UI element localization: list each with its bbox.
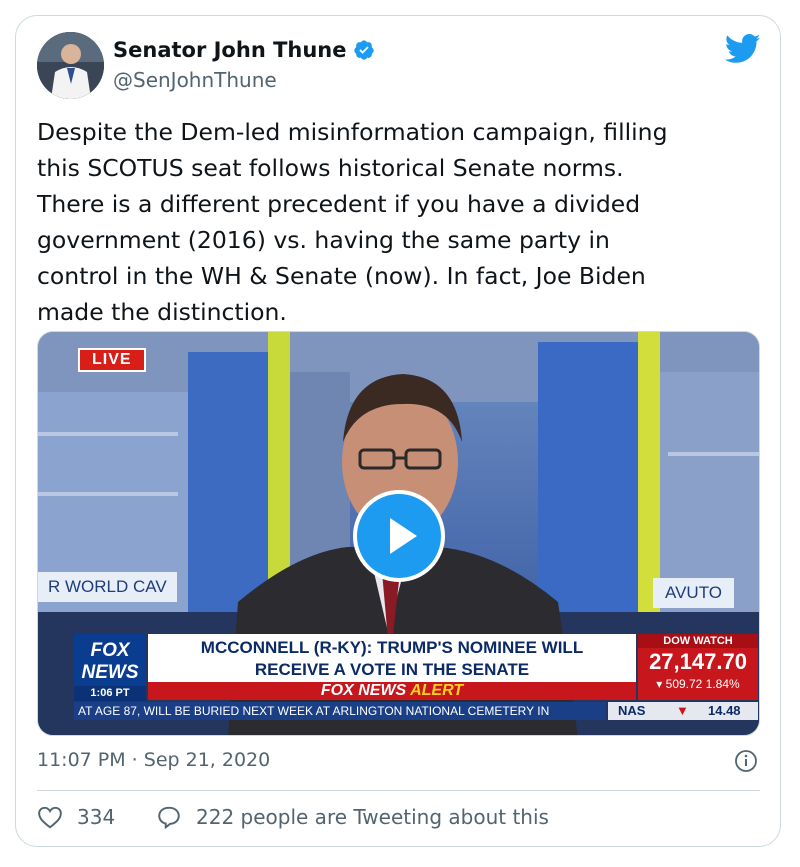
headline-line2: RECEIVE A VOTE IN THE SENATE — [254, 660, 530, 679]
dow-label: DOW WATCH — [638, 634, 758, 648]
conversation-text: 222 people are Tweeting about this — [196, 805, 549, 829]
wall-text-left: R WORLD CAV — [38, 572, 177, 602]
verified-badge-icon — [353, 40, 374, 60]
fox-logo-line2: NEWS — [81, 662, 139, 683]
alert-word2: ALERT — [410, 682, 464, 699]
info-icon[interactable] — [734, 749, 758, 773]
avatar[interactable] — [37, 32, 104, 99]
news-headline: MCCONNELL (R-KY): TRUMP'S NOMINEE WILL R… — [148, 634, 636, 682]
like-button[interactable]: 334 — [37, 805, 115, 829]
play-button[interactable] — [353, 490, 445, 582]
nas-value: 14.48 — [708, 703, 741, 718]
divider — [37, 790, 760, 791]
heart-icon — [38, 806, 62, 829]
tweet-timestamp[interactable]: 11:07 PM · Sep 21, 2020 — [37, 749, 270, 771]
video-media[interactable]: LIVE R WORLD CAV AVUTO FOX NEWS 1:06 PT … — [37, 331, 760, 736]
conversation-link[interactable]: 222 people are Tweeting about this — [156, 805, 549, 829]
news-ticker: AT AGE 87, WILL BE BURIED NEXT WEEK AT A… — [74, 702, 606, 720]
down-triangle-icon: ▼ — [676, 703, 689, 718]
news-lower-third: FOX NEWS 1:06 PT MCCONNELL (R-KY): TRUMP… — [74, 634, 758, 724]
headline-line1: MCCONNELL (R-KY): TRUMP'S NOMINEE WILL — [200, 638, 584, 657]
dow-change: ▾ 509.72 1.84% — [638, 676, 758, 692]
author-name[interactable]: Senator John Thune — [113, 38, 375, 62]
tweet-text: Despite the Dem-led misinformation campa… — [37, 118, 668, 326]
wall-text-right: AVUTO — [653, 578, 734, 608]
down-arrow-icon: ▾ — [656, 677, 666, 691]
dow-value: 27,147.70 — [649, 649, 747, 674]
fox-time: 1:06 PT — [74, 686, 146, 701]
twitter-bird-icon[interactable] — [725, 34, 761, 64]
dow-watch-box: DOW WATCH 27,147.70 ▾ 509.72 1.84% — [638, 634, 758, 700]
fox-logo-line1: FOX — [90, 640, 130, 661]
like-count: 334 — [77, 805, 116, 829]
author-handle[interactable]: @SenJohnThune — [113, 68, 277, 92]
dow-change-text: 509.72 1.84% — [665, 677, 740, 691]
live-badge: LIVE — [78, 348, 146, 372]
alert-word1: FOX NEWS — [320, 682, 407, 699]
play-icon — [390, 518, 417, 554]
nas-ticker: NAS ▼ 14.48 — [608, 702, 758, 720]
speech-bubble-icon — [158, 806, 180, 829]
alert-bar: FOX NEWS ALERT — [148, 682, 636, 700]
author-name-text[interactable]: Senator John Thune — [113, 38, 347, 62]
nas-label: NAS — [618, 703, 646, 718]
